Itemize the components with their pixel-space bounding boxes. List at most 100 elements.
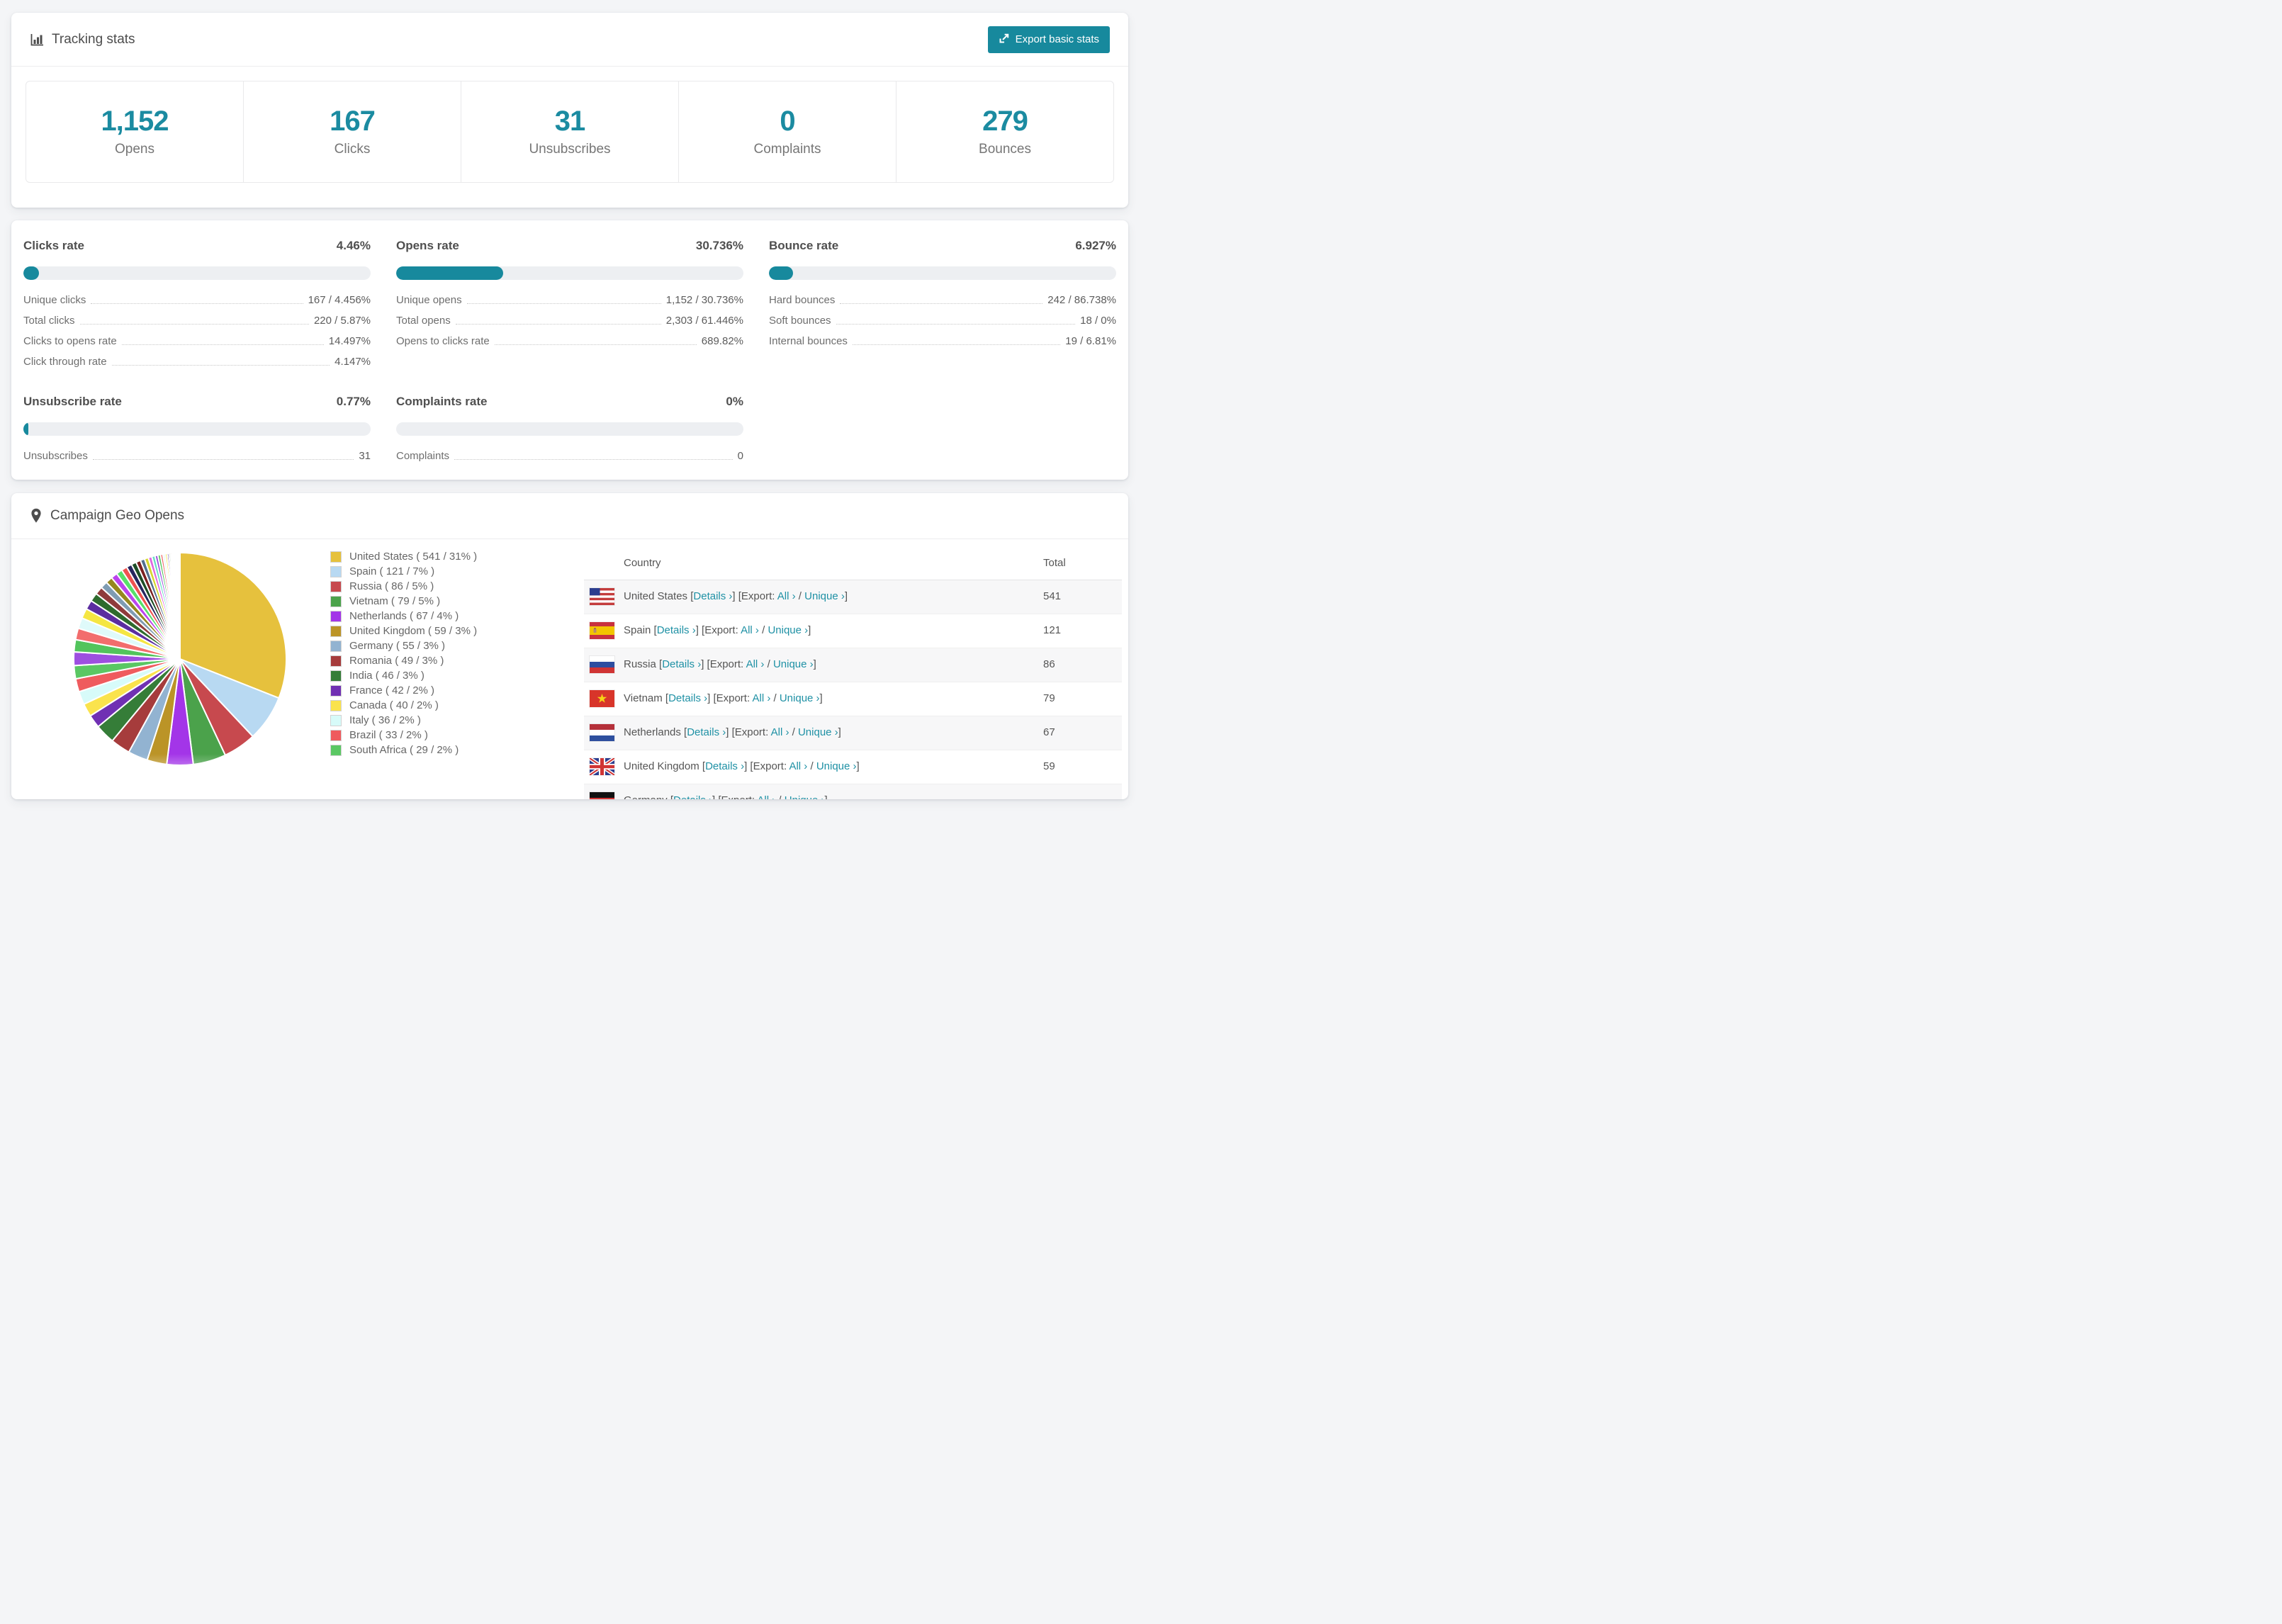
stat-bounces-label: Bounces	[979, 141, 1031, 157]
stat-opens: 1,152 Opens	[26, 81, 244, 182]
country-total: 79	[1043, 692, 1055, 704]
legend-item: Romania ( 49 / 3% )	[330, 655, 477, 667]
legend-item: Italy ( 36 / 2% )	[330, 714, 477, 726]
country-total: 59	[1043, 760, 1055, 772]
slash-text: /	[770, 692, 780, 704]
legend-item: Russia ( 86 / 5% )	[330, 580, 477, 592]
complaints-rate-bar	[396, 422, 743, 436]
geo-table-row: Netherlands [Details ›] [Export: All › /…	[584, 716, 1122, 750]
legend-swatch	[330, 670, 342, 682]
geo-table-row: Spain [Details ›] [Export: All › / Uniqu…	[584, 614, 1122, 648]
geo-row-links: United States [Details ›] [Export: All ›…	[624, 590, 848, 602]
page-title: Tracking stats	[52, 31, 135, 47]
legend-item: France ( 42 / 2% )	[330, 684, 477, 697]
rate-row: Unique clicks 167 / 4.456%	[23, 294, 371, 306]
clicks-rate-block: Clicks rate 4.46% Unique clicks 167 / 4.4…	[23, 239, 371, 372]
unsubscribe-rate-bar	[23, 422, 371, 436]
clicks-rate-pct: 4.46%	[336, 239, 371, 252]
rate-row: Opens to clicks rate 689.82%	[396, 335, 743, 347]
complaints-rate-block: Complaints rate 0% Complaints 0	[396, 395, 743, 466]
tracking-stats-header: Tracking stats Export basic stats	[11, 13, 1128, 67]
rate-row: Hard bounces 242 / 86.738%	[769, 294, 1116, 306]
export-all-link[interactable]: All ›	[752, 692, 770, 704]
export-all-link[interactable]: All ›	[771, 726, 789, 738]
bracket-text: ] [Export:	[732, 590, 777, 602]
legend-label: South Africa ( 29 / 2% )	[349, 744, 459, 756]
rate-row: Soft bounces 18 / 0%	[769, 315, 1116, 327]
rates-card: Clicks rate 4.46% Unique clicks 167 / 4.4…	[11, 220, 1128, 480]
legend-swatch	[330, 684, 342, 697]
country-name: Russia [	[624, 658, 663, 670]
bracket-text: ]	[844, 590, 848, 602]
geo-row-links: Spain [Details ›] [Export: All › / Uniqu…	[624, 624, 811, 636]
geo-opens-title: Campaign Geo Opens	[30, 508, 184, 524]
export-basic-stats-button[interactable]: Export basic stats	[987, 26, 1110, 53]
legend-swatch	[330, 714, 342, 726]
export-unique-link[interactable]: Unique ›	[773, 658, 814, 670]
vn-flag-icon	[590, 690, 614, 707]
export-unique-link[interactable]: Unique ›	[780, 692, 820, 704]
export-all-link[interactable]: All ›	[746, 658, 765, 670]
export-all-link[interactable]: All ›	[777, 590, 796, 602]
details-link[interactable]: Details ›	[687, 726, 726, 738]
gb-flag-icon	[590, 758, 614, 775]
slash-text: /	[758, 624, 768, 636]
details-link[interactable]: Details ›	[662, 658, 701, 670]
bounce-rate-pct: 6.927%	[1075, 239, 1116, 252]
details-link[interactable]: Details ›	[657, 624, 696, 636]
legend-label: United Kingdom ( 59 / 3% )	[349, 625, 478, 637]
legend-item: Netherlands ( 67 / 4% )	[330, 610, 477, 622]
legend-label: Brazil ( 33 / 2% )	[349, 729, 428, 741]
bracket-text: ]	[819, 692, 823, 704]
nl-flag-icon	[590, 724, 614, 741]
rate-row: Unique opens 1,152 / 30.736%	[396, 294, 743, 306]
geo-table-header: Country Total	[584, 550, 1122, 580]
stat-unsubscribes: 31 Unsubscribes	[461, 81, 679, 182]
stat-bounces-value: 279	[982, 105, 1028, 137]
export-unique-link[interactable]: Unique ›	[768, 624, 808, 636]
geo-table-row: United Kingdom [Details ›] [Export: All …	[584, 750, 1122, 784]
rate-row: Click through rate 4.147%	[23, 356, 371, 368]
clicks-rate-title: Clicks rate	[23, 239, 84, 252]
ru-flag-icon	[590, 656, 614, 673]
export-unique-link[interactable]: Unique ›	[798, 726, 838, 738]
export-all-link[interactable]: All ›	[789, 760, 807, 772]
bracket-text: ] [Export:	[701, 658, 746, 670]
country-total: 121	[1043, 624, 1062, 636]
unsubscribe-rate-pct: 0.77%	[336, 395, 371, 408]
geo-opens-pie-chart[interactable]	[67, 546, 293, 772]
export-all-link[interactable]: All ›	[741, 624, 759, 636]
legend-swatch	[330, 744, 342, 756]
bracket-text: ]	[856, 760, 860, 772]
bracket-text: ] [Export:	[712, 794, 757, 799]
export-unique-link[interactable]: Unique ›	[816, 760, 857, 772]
summary-stats-box: 1,152 Opens 167 Clicks 31 Unsubscribes 0…	[26, 81, 1114, 183]
opens-rate-block: Opens rate 30.736% Unique opens 1,152 / 3…	[396, 239, 743, 372]
details-link[interactable]: Details ›	[705, 760, 744, 772]
legend-label: Canada ( 40 / 2% )	[349, 699, 439, 711]
details-link[interactable]: Details ›	[668, 692, 707, 704]
bounce-rate-bar	[769, 266, 1116, 280]
export-unique-link[interactable]: Unique ›	[785, 794, 825, 799]
details-link[interactable]: Details ›	[673, 794, 712, 799]
export-all-link[interactable]: All ›	[757, 794, 775, 799]
stat-clicks-label: Clicks	[334, 141, 371, 157]
geo-opens-table: Country Total United States [Details ›] …	[584, 550, 1122, 799]
legend-swatch	[330, 640, 342, 652]
geo-row-links: Russia [Details ›] [Export: All › / Uniq…	[624, 658, 816, 670]
legend-swatch	[330, 699, 342, 711]
bracket-text: ] [Export:	[707, 692, 753, 704]
geo-opens-header: Campaign Geo Opens	[11, 493, 1128, 539]
legend-swatch	[330, 595, 342, 607]
bracket-text: ]	[824, 794, 827, 799]
stat-unsubscribes-value: 31	[554, 105, 585, 137]
stat-opens-label: Opens	[115, 141, 154, 157]
country-name: United States [	[624, 590, 694, 602]
details-link[interactable]: Details ›	[693, 590, 732, 602]
export-icon	[999, 33, 1010, 47]
us-flag-icon	[590, 588, 614, 605]
opens-rate-pct: 30.736%	[695, 239, 743, 252]
bar-chart-icon	[30, 33, 44, 47]
geo-table-row: United States [Details ›] [Export: All ›…	[584, 580, 1122, 614]
export-unique-link[interactable]: Unique ›	[804, 590, 845, 602]
